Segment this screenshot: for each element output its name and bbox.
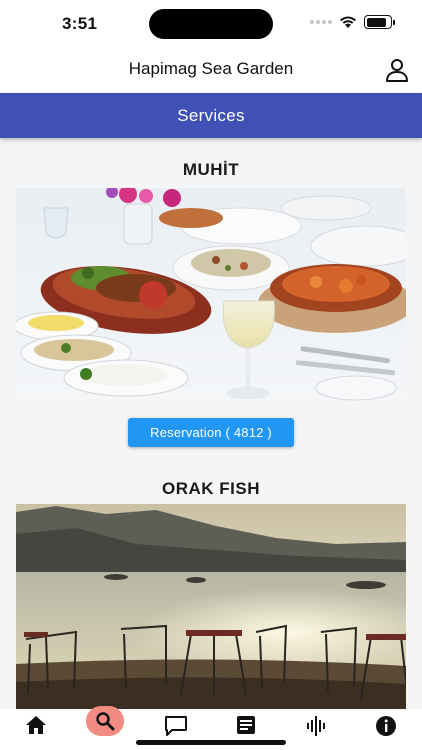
audio-wave-icon	[307, 716, 325, 736]
user-icon	[386, 59, 408, 82]
seaside-photo[interactable]	[16, 504, 406, 709]
app-title: Hapimag Sea Garden	[128, 59, 294, 78]
status-bar: 3:51	[0, 0, 422, 50]
tab-search[interactable]	[86, 706, 124, 736]
status-icons	[310, 15, 395, 29]
tab-audio[interactable]	[296, 715, 336, 745]
services-list[interactable]: MUHİT Reservation (4812) ORAK FISH	[0, 138, 422, 709]
article-icon	[237, 716, 255, 734]
profile-button[interactable]	[384, 57, 410, 83]
section-title: Services	[177, 105, 245, 125]
app-header: Hapimag Sea Garden	[0, 50, 422, 93]
dynamic-island	[149, 9, 273, 39]
reservation-button[interactable]: Reservation ( 4812 )	[128, 418, 294, 447]
tab-home[interactable]	[16, 715, 56, 745]
home-indicator	[136, 740, 286, 745]
wifi-icon	[340, 16, 356, 28]
info-icon	[376, 716, 396, 736]
search-icon	[96, 712, 115, 731]
home-icon	[26, 716, 46, 734]
service-name: MUHİT	[182, 160, 240, 179]
service-name: ORAK FISH	[162, 479, 260, 498]
section-header: Services	[0, 93, 422, 138]
tab-info[interactable]	[366, 715, 406, 745]
cellular-signal-icon	[310, 20, 332, 24]
restaurant-photo[interactable]	[16, 188, 406, 401]
status-time: 3:51	[62, 14, 98, 33]
battery-icon	[364, 15, 395, 29]
chat-icon	[165, 716, 187, 736]
